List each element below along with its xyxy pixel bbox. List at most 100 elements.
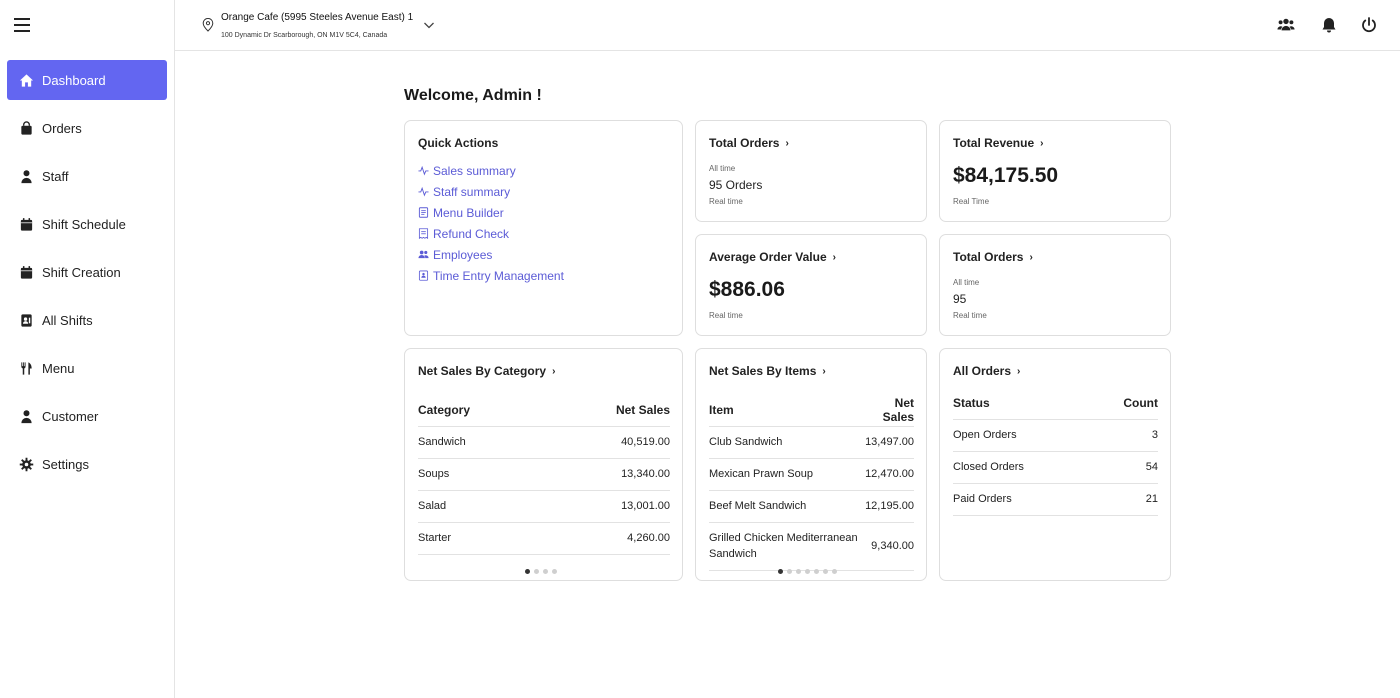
- sidebar-item-label: All Shifts: [42, 312, 93, 328]
- quick-action-refund-check[interactable]: Refund Check: [418, 223, 564, 244]
- quick-action-time-entry[interactable]: Time Entry Management: [418, 265, 564, 286]
- total-orders-value: 95 Orders: [709, 178, 763, 192]
- page-dot[interactable]: [796, 569, 801, 574]
- page-dot[interactable]: [805, 569, 810, 574]
- card-title: Net Sales By Items: [709, 364, 817, 378]
- average-order-value: $886.06: [709, 278, 785, 301]
- chevron-down-icon[interactable]: [423, 19, 435, 31]
- bell-icon[interactable]: [1320, 16, 1338, 34]
- quick-action-label: Time Entry Management: [433, 268, 564, 283]
- count-cell: 54: [1090, 451, 1158, 484]
- net-sales-by-items-card: Net Sales By Items › Item Net Sales Club …: [695, 348, 927, 581]
- pulse-icon: [418, 165, 429, 176]
- sidebar-item-dashboard[interactable]: Dashboard: [7, 60, 167, 100]
- card-title: Quick Actions: [418, 136, 499, 150]
- sidebar-item-menu[interactable]: Menu: [7, 348, 167, 388]
- page-dot[interactable]: [832, 569, 837, 574]
- calendar-icon: [18, 264, 34, 280]
- column-header: Item: [709, 394, 864, 427]
- quick-action-sales-summary[interactable]: Sales summary: [418, 160, 564, 181]
- sidebar-item-label: Settings: [42, 456, 89, 472]
- sidebar-item-customer[interactable]: Customer: [7, 396, 167, 436]
- category-cell: Salad: [418, 490, 542, 523]
- power-icon[interactable]: [1360, 16, 1378, 34]
- card-title: Average Order Value: [709, 250, 827, 264]
- category-cell: Starter: [418, 522, 542, 555]
- chevron-right-icon: ›: [552, 365, 556, 377]
- location-title: Orange Cafe (5995 Steeles Avenue East) 1: [221, 12, 414, 23]
- total-orders-link[interactable]: Total Orders ›: [709, 136, 789, 150]
- net-sales-by-items-link[interactable]: Net Sales By Items ›: [709, 364, 826, 378]
- category-cell: Sandwich: [418, 426, 542, 459]
- sidebar-item-shift-creation[interactable]: Shift Creation: [7, 252, 167, 292]
- table-row: Closed Orders 54: [953, 451, 1158, 484]
- table-header-row: Status Count: [953, 387, 1158, 420]
- user-icon: [18, 408, 34, 424]
- item-cell: Beef Melt Sandwich: [709, 490, 864, 523]
- users-icon[interactable]: [1277, 16, 1295, 34]
- card-title: All Orders: [953, 364, 1012, 378]
- order-status-table: Status Count Open Orders 3 Closed Orders 5…: [953, 387, 1158, 516]
- sidebar-item-label: Orders: [42, 120, 82, 136]
- sidebar-item-label: Shift Schedule: [42, 216, 126, 232]
- sidebar-item-orders[interactable]: Orders: [7, 108, 167, 148]
- net-sales-cell: 13,001.00: [541, 490, 670, 523]
- pagination-dots: [525, 569, 557, 574]
- utensils-icon: [18, 360, 34, 376]
- count-cell: 21: [1090, 483, 1158, 516]
- hamburger-menu-icon[interactable]: [14, 18, 30, 32]
- gear-icon: [18, 456, 34, 472]
- realtime-note: Real time: [709, 311, 743, 320]
- average-order-value-link[interactable]: Average Order Value ›: [709, 250, 836, 264]
- sidebar-item-staff[interactable]: Staff: [7, 156, 167, 196]
- sidebar: Dashboard Orders Staff Shift Schedule Sh…: [0, 0, 175, 698]
- page-dot[interactable]: [543, 569, 548, 574]
- location-pin-icon: [202, 18, 214, 32]
- sidebar-item-label: Dashboard: [42, 72, 106, 88]
- quick-action-label: Sales summary: [433, 163, 516, 178]
- item-cell: Grilled Chicken Mediterranean Sandwich: [709, 522, 864, 571]
- status-cell: Open Orders: [953, 419, 1091, 452]
- total-revenue-link[interactable]: Total Revenue ›: [953, 136, 1043, 150]
- page-dot[interactable]: [787, 569, 792, 574]
- page-dot[interactable]: [534, 569, 539, 574]
- column-header: Net Sales: [864, 394, 914, 427]
- table-row: Club Sandwich 13,497.00: [709, 426, 914, 459]
- sidebar-item-all-shifts[interactable]: All Shifts: [7, 300, 167, 340]
- sidebar-item-settings[interactable]: Settings: [7, 444, 167, 484]
- page-dot[interactable]: [525, 569, 530, 574]
- sidebar-nav: Dashboard Orders Staff Shift Schedule Sh…: [7, 60, 167, 492]
- quick-action-staff-summary[interactable]: Staff summary: [418, 181, 564, 202]
- page-dot[interactable]: [823, 569, 828, 574]
- column-header: Count: [1090, 387, 1158, 420]
- net-sales-by-category-link[interactable]: Net Sales By Category ›: [418, 364, 555, 378]
- sidebar-item-shift-schedule[interactable]: Shift Schedule: [7, 204, 167, 244]
- page-dot[interactable]: [778, 569, 783, 574]
- total-orders-card: Total Orders › All time 95 Orders Real ti…: [695, 120, 927, 222]
- total-orders-card-2: Total Orders › All time 95 Real time: [939, 234, 1171, 336]
- quick-action-label: Staff summary: [433, 184, 511, 199]
- chevron-right-icon: ›: [822, 365, 826, 377]
- all-orders-link[interactable]: All Orders ›: [953, 364, 1020, 378]
- table-row: Open Orders 3: [953, 419, 1158, 452]
- net-sales-cell: 4,260.00: [541, 522, 670, 555]
- net-sales-cell: 12,195.00: [864, 490, 914, 523]
- quick-actions-card: Quick Actions Sales summary Staff summar…: [404, 120, 683, 336]
- card-title: Total Orders: [709, 136, 780, 150]
- total-orders-link[interactable]: Total Orders ›: [953, 250, 1033, 264]
- quick-action-menu-builder[interactable]: Menu Builder: [418, 202, 564, 223]
- realtime-note: Real time: [709, 197, 743, 206]
- quick-action-employees[interactable]: Employees: [418, 244, 564, 265]
- user-icon: [18, 168, 34, 184]
- total-revenue-value: $84,175.50: [953, 164, 1059, 187]
- page-title: Welcome, Admin !: [404, 87, 542, 104]
- table-row: Sandwich 40,519.00: [418, 426, 670, 459]
- bag-icon: [18, 120, 34, 136]
- item-cell: Mexican Prawn Soup: [709, 458, 864, 491]
- page-dot[interactable]: [814, 569, 819, 574]
- net-sales-cell: 13,497.00: [864, 426, 914, 459]
- category-sales-table: Category Net Sales Sandwich 40,519.00 Sou…: [418, 394, 670, 555]
- category-cell: Soups: [418, 458, 542, 491]
- page-dot[interactable]: [552, 569, 557, 574]
- menu-book-icon: [418, 207, 429, 218]
